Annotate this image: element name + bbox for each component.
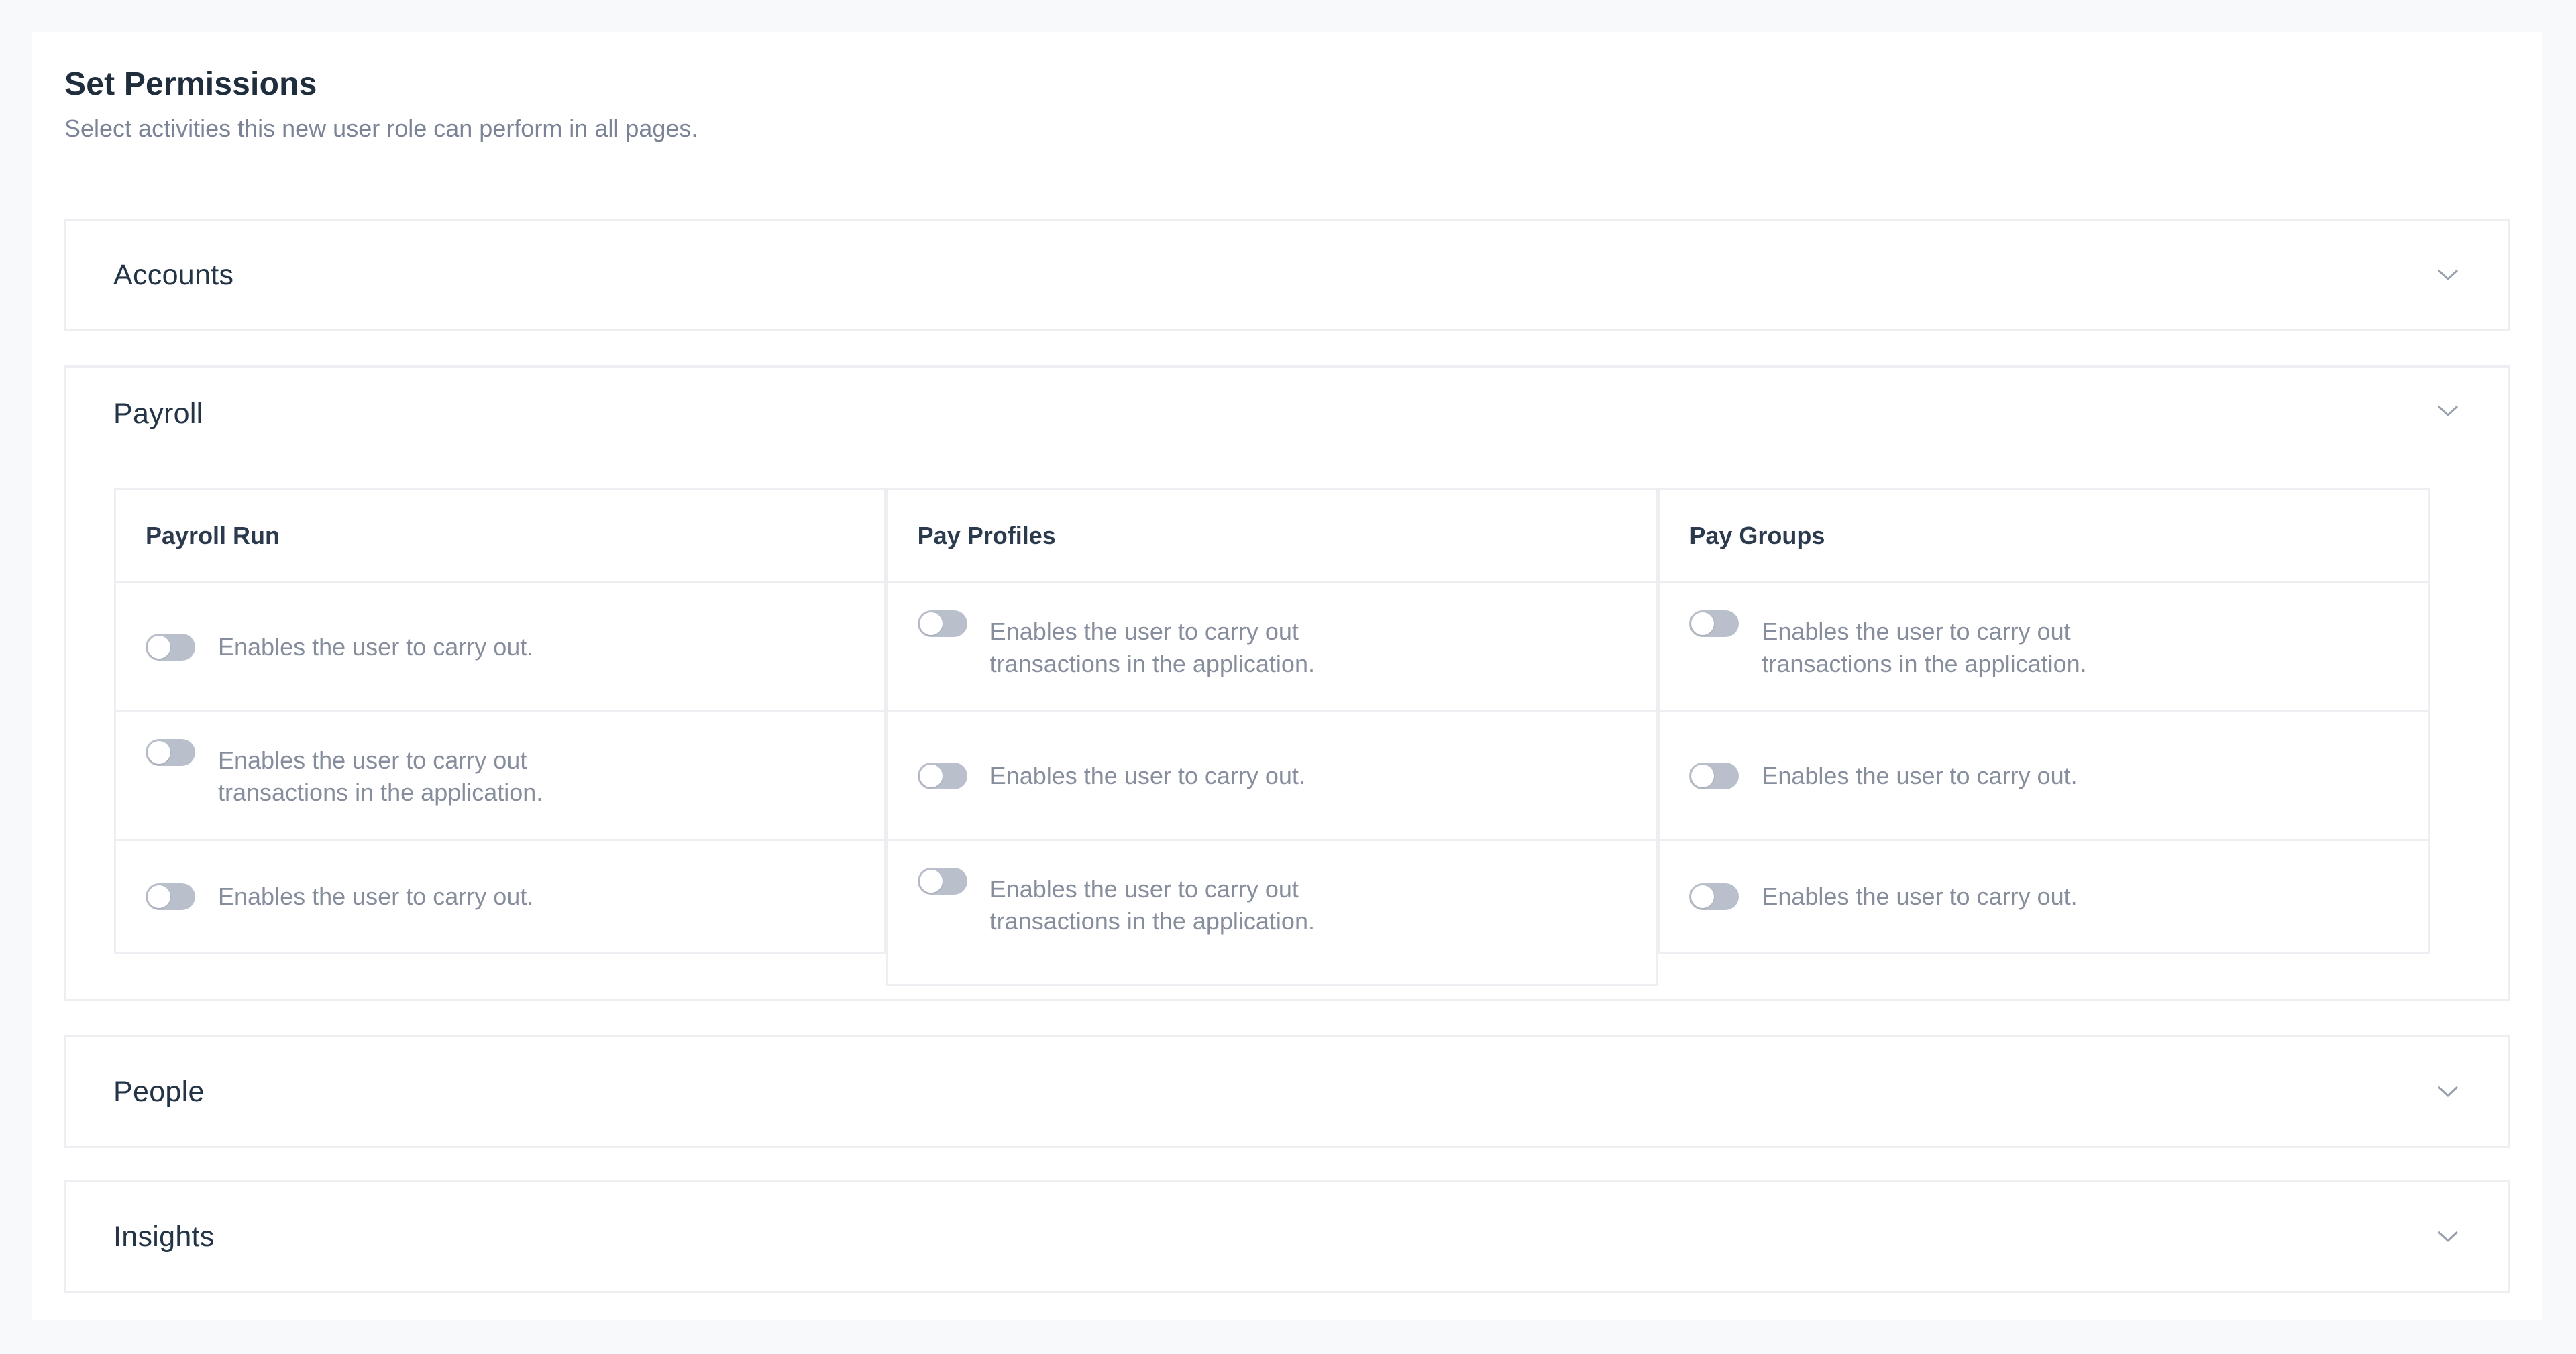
permission-toggle[interactable]	[917, 868, 967, 895]
permission-toggle[interactable]	[917, 762, 967, 789]
page-subtitle: Select activities this new user role can…	[64, 115, 698, 142]
permissions-card: Set Permissions Select activities this n…	[32, 32, 2542, 1320]
permission-label: Enables the user to carry out.	[218, 632, 534, 661]
permission-label: Enables the user to carry out.	[218, 882, 534, 910]
permission-label: Enables the user to carry out transactio…	[218, 746, 543, 806]
section-insights: Insights	[64, 1180, 2510, 1293]
chevron-down-icon[interactable]	[2434, 1078, 2461, 1105]
section-title: Accounts	[113, 258, 234, 291]
section-insights-header[interactable]: Insights	[66, 1182, 2508, 1291]
permission-row: Enables the user to carry out.	[114, 841, 886, 954]
permission-row: Enables the user to carry out transactio…	[1658, 583, 2430, 712]
permission-row: Enables the user to carry out.	[888, 712, 1656, 841]
permission-toggle[interactable]	[146, 883, 195, 910]
permission-label: Enables the user to carry out transactio…	[989, 875, 1315, 935]
permission-column-pay-profiles: Pay Profiles Enables the user to carry o…	[885, 488, 1658, 986]
permission-row: Enables the user to carry out transactio…	[888, 841, 1656, 986]
permission-toggle[interactable]	[146, 739, 195, 766]
column-heading: Payroll Run	[114, 488, 886, 583]
column-heading: Pay Groups	[1658, 488, 2430, 583]
section-title: People	[113, 1075, 205, 1108]
permission-toggle[interactable]	[917, 610, 967, 637]
permission-row: Enables the user to carry out transactio…	[888, 583, 1656, 712]
section-payroll: Payroll Payroll Run Enables the user to …	[64, 365, 2510, 1001]
section-accounts: Accounts	[64, 219, 2510, 331]
permission-column-payroll-run: Payroll Run Enables the user to carry ou…	[114, 488, 886, 986]
permission-toggle[interactable]	[1689, 762, 1739, 789]
permission-row: Enables the user to carry out.	[114, 583, 886, 712]
permission-label: Enables the user to carry out transactio…	[1762, 618, 2087, 677]
section-payroll-header[interactable]: Payroll	[66, 368, 2508, 468]
section-people: People	[64, 1035, 2510, 1148]
chevron-down-icon[interactable]	[2434, 262, 2461, 288]
column-heading: Pay Profiles	[888, 488, 1656, 583]
permission-toggle[interactable]	[1689, 610, 1739, 637]
permission-label: Enables the user to carry out.	[1762, 761, 2078, 789]
permission-toggle[interactable]	[146, 633, 195, 661]
section-people-header[interactable]: People	[66, 1037, 2508, 1146]
permission-column-pay-groups: Pay Groups Enables the user to carry out…	[1658, 488, 2430, 986]
section-title: Insights	[113, 1220, 215, 1253]
permission-row: Enables the user to carry out.	[1658, 712, 2430, 841]
permission-label: Enables the user to carry out.	[1762, 882, 2078, 910]
permission-row: Enables the user to carry out.	[1658, 841, 2430, 954]
chevron-down-icon[interactable]	[2434, 1223, 2461, 1250]
permission-toggle[interactable]	[1689, 883, 1739, 910]
page-title: Set Permissions	[64, 66, 317, 102]
section-title: Payroll	[113, 398, 203, 430]
permission-label: Enables the user to carry out.	[989, 761, 1305, 789]
section-accounts-header[interactable]: Accounts	[66, 221, 2508, 329]
permission-row: Enables the user to carry out transactio…	[114, 712, 886, 841]
permission-label: Enables the user to carry out transactio…	[989, 618, 1315, 677]
chevron-down-icon[interactable]	[2434, 398, 2461, 425]
payroll-permissions-grid: Payroll Run Enables the user to carry ou…	[114, 488, 2430, 986]
